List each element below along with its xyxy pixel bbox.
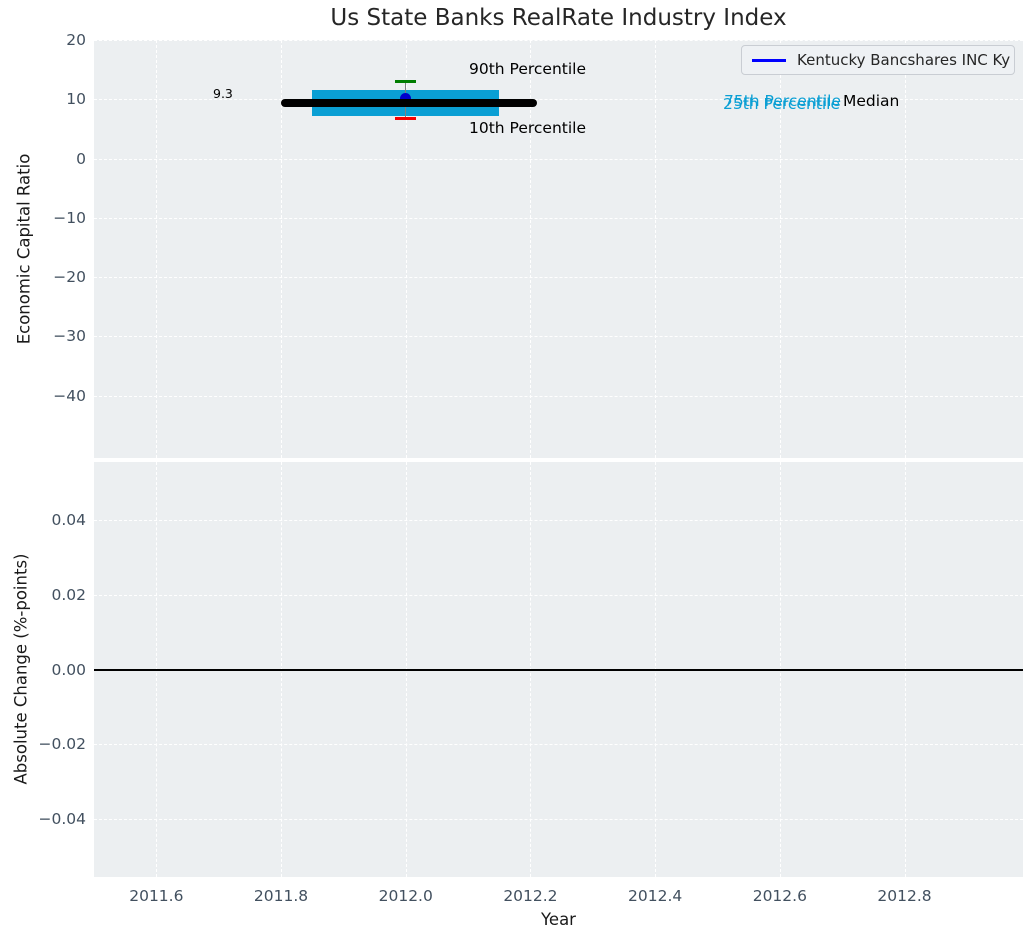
p90-cap [395,80,417,83]
p10-annotation: 10th Percentile [469,119,587,137]
chart-figure: Us State Banks RealRate Industry Index E… [0,0,1034,942]
y-tick-label: 0.04 [51,510,86,529]
chart-title: Us State Banks RealRate Industry Index [330,5,787,31]
y-tick-label: −0.02 [38,735,87,754]
y-tick-label: 0.00 [51,660,86,679]
legend-line-icon [752,58,786,62]
gridline-horizontal [94,594,1023,596]
median-line [281,99,537,108]
gridline-horizontal [94,158,1023,160]
x-tick-label: 2011.8 [253,887,309,905]
x-tick-label: 2011.6 [129,887,184,905]
y-axis-label-top: Economic Capital Ratio [14,153,34,345]
y-tick-label: 10 [66,90,86,109]
p25-annotation: 25th Percentile [723,95,841,113]
gridline-horizontal [94,40,1023,41]
y-tick-label: −10 [53,208,86,227]
x-tick-label: 2012.8 [877,887,932,905]
median-value-annotation: 9.3 [213,86,233,101]
y-tick-label: 0 [76,149,86,168]
median-label-annotation: Median [843,92,900,110]
p90-annotation: 90th Percentile [469,60,587,78]
x-tick-label: 2012.4 [628,887,683,905]
x-tick-label: 2012.0 [378,887,433,905]
x-tick-label: 2012.6 [752,887,807,905]
gridline-horizontal [94,277,1023,279]
y-tick-label: −0.04 [38,810,87,829]
y-tick-label: −20 [53,268,86,287]
y-tick-label: 0.02 [51,585,86,604]
gridline-horizontal [94,336,1023,338]
p10-cap [395,117,417,121]
legend-label: Kentucky Bancshares INC Ky [797,51,1011,69]
y-tick-label: −40 [53,386,86,405]
gridline-horizontal [94,744,1023,746]
gridline-horizontal [94,519,1023,521]
x-axis-label: Year [541,910,576,929]
x-tick-label: 2012.2 [503,887,558,905]
legend: Kentucky Bancshares INC Ky [741,45,1015,75]
gridline-horizontal [94,395,1023,397]
zero-line [94,668,1023,671]
gridline-horizontal [94,819,1023,821]
y-tick-label: 20 [66,31,86,49]
y-tick-label: −30 [53,327,86,346]
gridline-horizontal [94,217,1023,219]
